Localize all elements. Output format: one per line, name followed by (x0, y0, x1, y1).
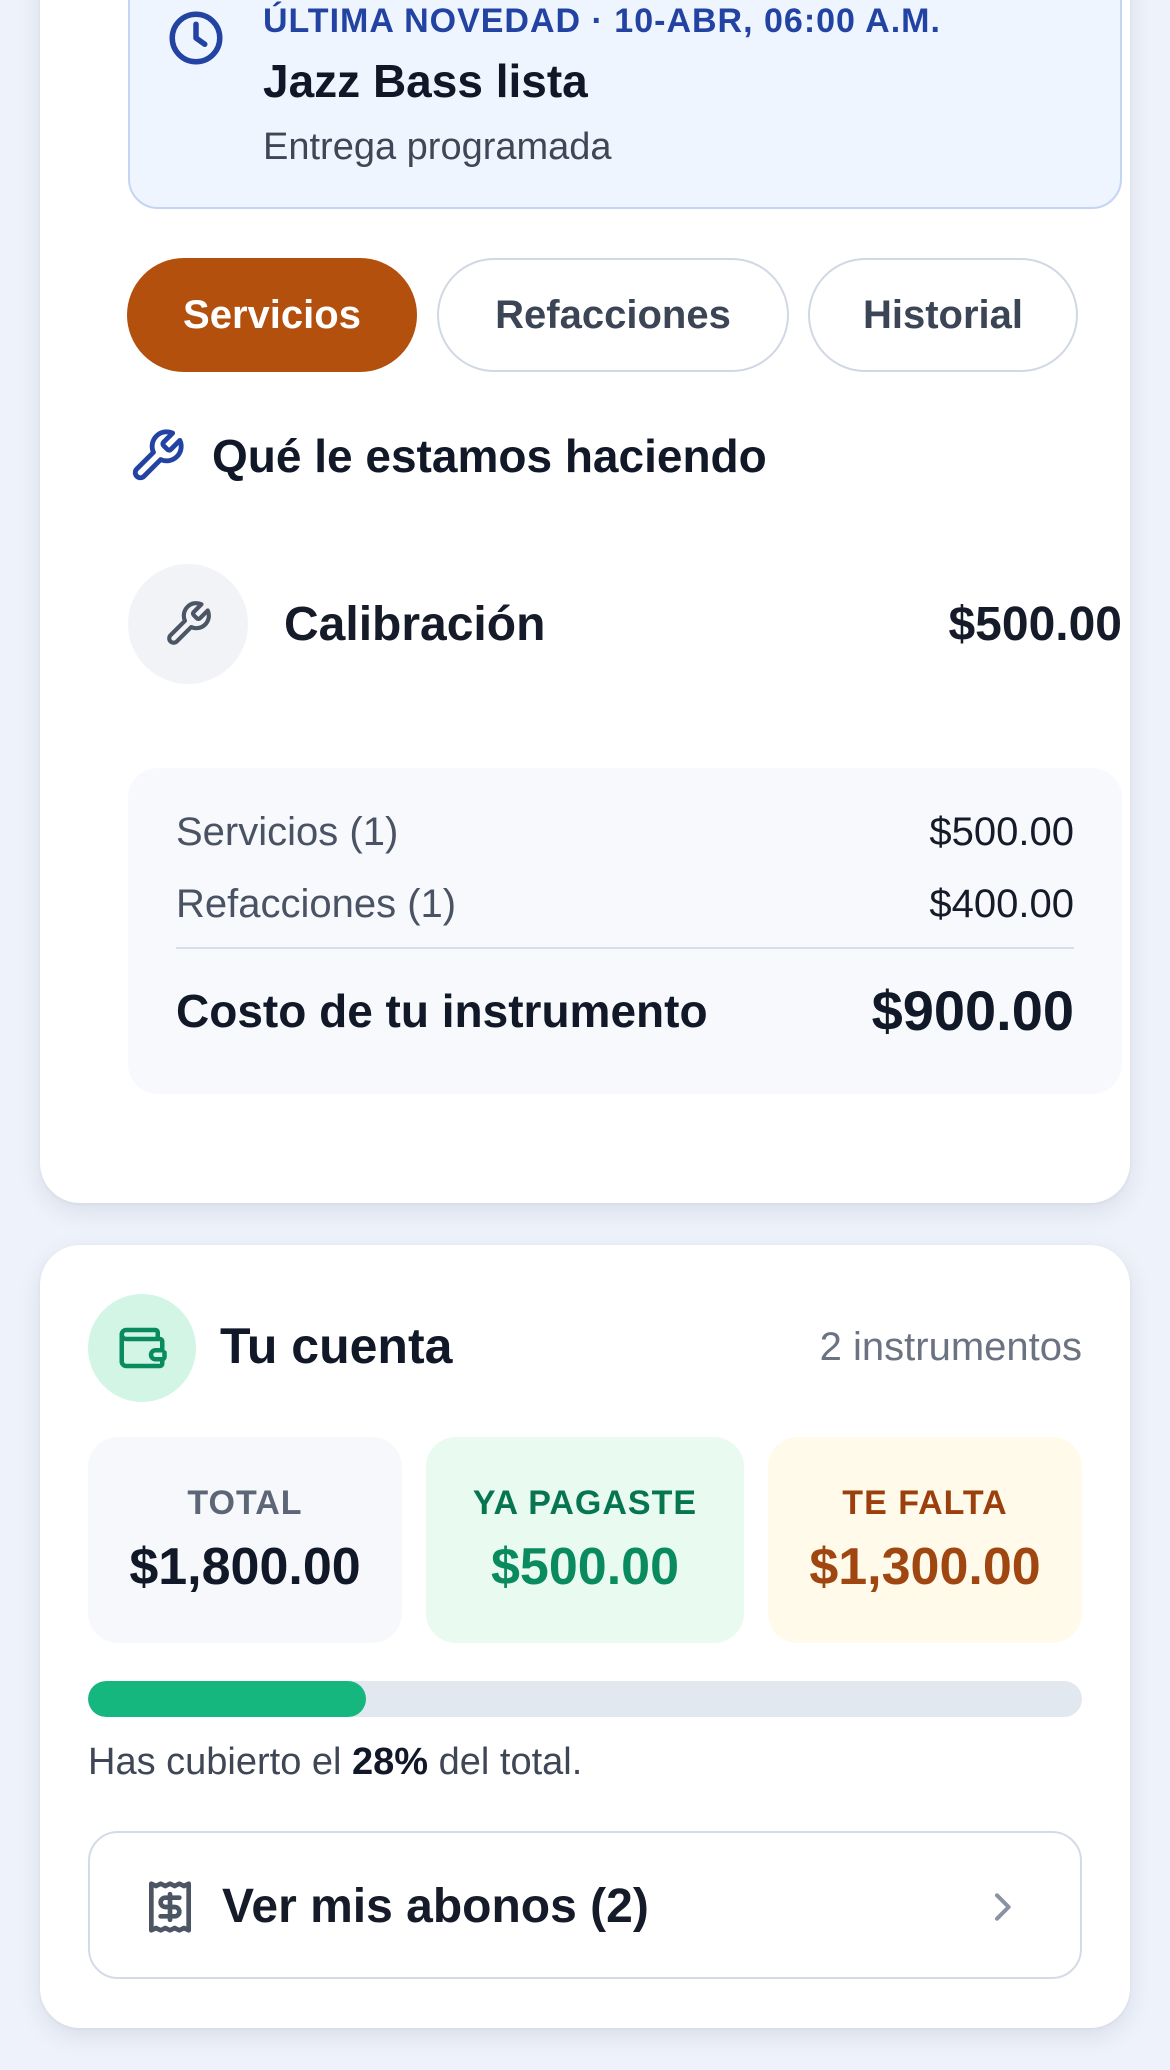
clock-icon (169, 11, 223, 65)
summary-row-services: Servicios (1) $500.00 (176, 810, 1074, 855)
summary-total-row: Costo de tu instrumento $900.00 (176, 978, 1074, 1043)
update-kicker: ÚLTIMA NOVEDAD · 10-ABR, 06:00 A.M. (263, 2, 941, 40)
summary-value: $400.00 (929, 882, 1074, 926)
instrument-card: ÚLTIMA NOVEDAD · 10-ABR, 06:00 A.M. Jazz… (40, 0, 1130, 1203)
tab-historial[interactable]: Historial (808, 258, 1078, 372)
cost-summary: Servicios (1) $500.00 Refacciones (1) $4… (128, 768, 1122, 1094)
stat-value: $1,800.00 (129, 1537, 361, 1596)
update-title: Jazz Bass lista (263, 55, 588, 107)
stat-due: TE FALTA $1,300.00 (768, 1437, 1082, 1643)
tab-refacciones[interactable]: Refacciones (437, 258, 789, 372)
service-item: Calibración $500.00 (128, 564, 1122, 684)
stat-label: TOTAL (187, 1483, 303, 1522)
payment-progress-fill (88, 1681, 367, 1717)
total-label: Costo de tu instrumento (176, 984, 708, 1037)
summary-label: Refacciones (1) (176, 882, 457, 926)
total-value: $900.00 (871, 979, 1074, 1042)
stat-label: TE FALTA (842, 1483, 1008, 1522)
tab-servicios[interactable]: Servicios (127, 258, 417, 372)
summary-value: $500.00 (929, 810, 1074, 854)
stat-paid: YA PAGASTE $500.00 (426, 1437, 744, 1643)
wrench-icon (132, 429, 184, 481)
stat-total: TOTAL $1,800.00 (88, 1437, 402, 1643)
chevron-right-icon (995, 1893, 1011, 1921)
section-header: Qué le estamos haciendo (128, 426, 767, 486)
account-card: Tu cuenta 2 instrumentos TOTAL $1,800.00… (40, 1245, 1130, 2028)
section-title: Qué le estamos haciendo (212, 430, 767, 482)
wallet-icon-container (88, 1294, 196, 1402)
account-title: Tu cuenta (220, 1318, 453, 1374)
progress-prefix: Has cubierto el (88, 1741, 353, 1783)
progress-percent: 28% (352, 1741, 429, 1783)
service-price: $500.00 (948, 598, 1122, 651)
update-subtitle: Entrega programada (263, 126, 612, 168)
progress-suffix: del total. (428, 1741, 583, 1783)
service-icon-container (128, 564, 248, 684)
view-payments-label: Ver mis abonos (2) (222, 1880, 649, 1933)
receipt-icon (149, 1881, 192, 1933)
service-name: Calibración (284, 598, 546, 651)
progress-caption: Has cubierto el 28% del total. (88, 1741, 582, 1784)
summary-label: Servicios (1) (176, 810, 399, 854)
stat-value: $1,300.00 (809, 1537, 1041, 1596)
wallet-icon (119, 1327, 167, 1369)
instrument-count: 2 instrumentos (819, 1325, 1082, 1369)
latest-update-box: ÚLTIMA NOVEDAD · 10-ABR, 06:00 A.M. Jazz… (128, 0, 1122, 209)
payment-progress-bar (88, 1681, 1082, 1717)
stat-label: YA PAGASTE (472, 1483, 698, 1522)
summary-divider (176, 947, 1074, 949)
stat-value: $500.00 (491, 1537, 679, 1596)
view-payments-button[interactable]: Ver mis abonos (2) (88, 1831, 1082, 1979)
summary-row-parts: Refacciones (1) $400.00 (176, 882, 1074, 927)
wrench-icon (167, 601, 211, 645)
